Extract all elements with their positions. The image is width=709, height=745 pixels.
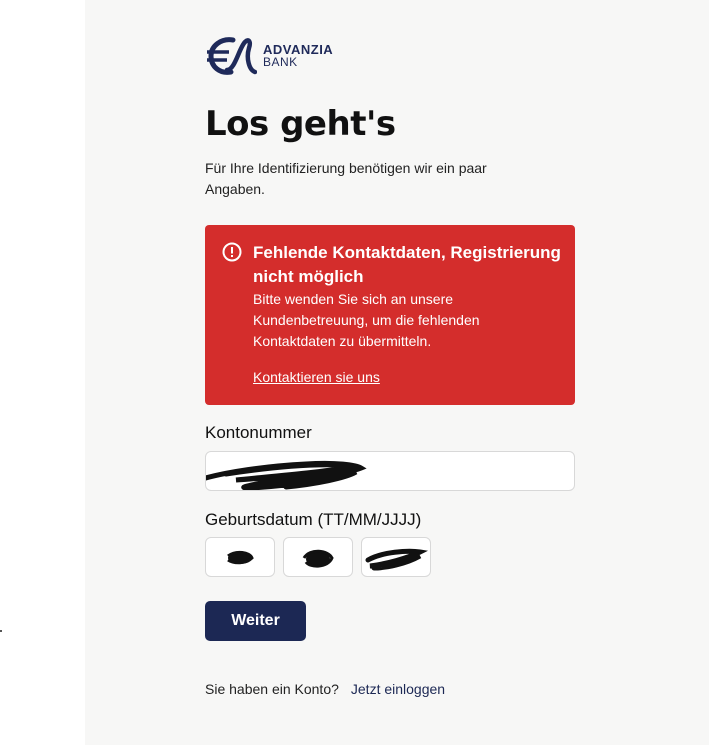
brand-logo[interactable]: ADVANZIA BANK (205, 34, 333, 78)
submit-button[interactable]: Weiter (205, 601, 306, 641)
birthdate-label: Geburtsdatum (TT/MM/JJJJ) (205, 510, 422, 529)
edge-dot (0, 630, 2, 632)
birthdate-day-field[interactable] (205, 537, 275, 577)
account-number-label: Kontonummer (205, 423, 312, 442)
redaction-scribble (227, 550, 254, 565)
alert-body: Bitte wenden Sie sich an unsere Kundenbe… (253, 291, 480, 349)
contact-us-link[interactable]: Kontaktieren sie uns (253, 369, 380, 385)
exclamation-circle-icon (222, 242, 242, 262)
redaction-scribble (206, 460, 367, 490)
login-prompt: Sie haben ein Konto? Jetzt einloggen (205, 681, 445, 697)
brand-name-line2: BANK (263, 55, 298, 69)
intro-text: Für Ihre Identifizierung benötigen wir e… (205, 160, 487, 197)
login-link[interactable]: Jetzt einloggen (351, 681, 445, 697)
alert-title: Fehlende Kontaktdaten, Registrierung nic… (253, 243, 561, 286)
redaction-scribble (365, 548, 429, 571)
birthdate-month-field[interactable] (283, 537, 353, 577)
account-number-field[interactable] (205, 451, 575, 491)
redaction-scribble (302, 549, 334, 568)
page-title: Los geht's (205, 104, 396, 144)
birthdate-year-field[interactable] (361, 537, 431, 577)
error-alert: Fehlende Kontaktdaten, Registrierung nic… (205, 225, 575, 405)
login-question: Sie haben ein Konto? (205, 681, 339, 697)
advanzia-alpha-icon (207, 37, 257, 75)
